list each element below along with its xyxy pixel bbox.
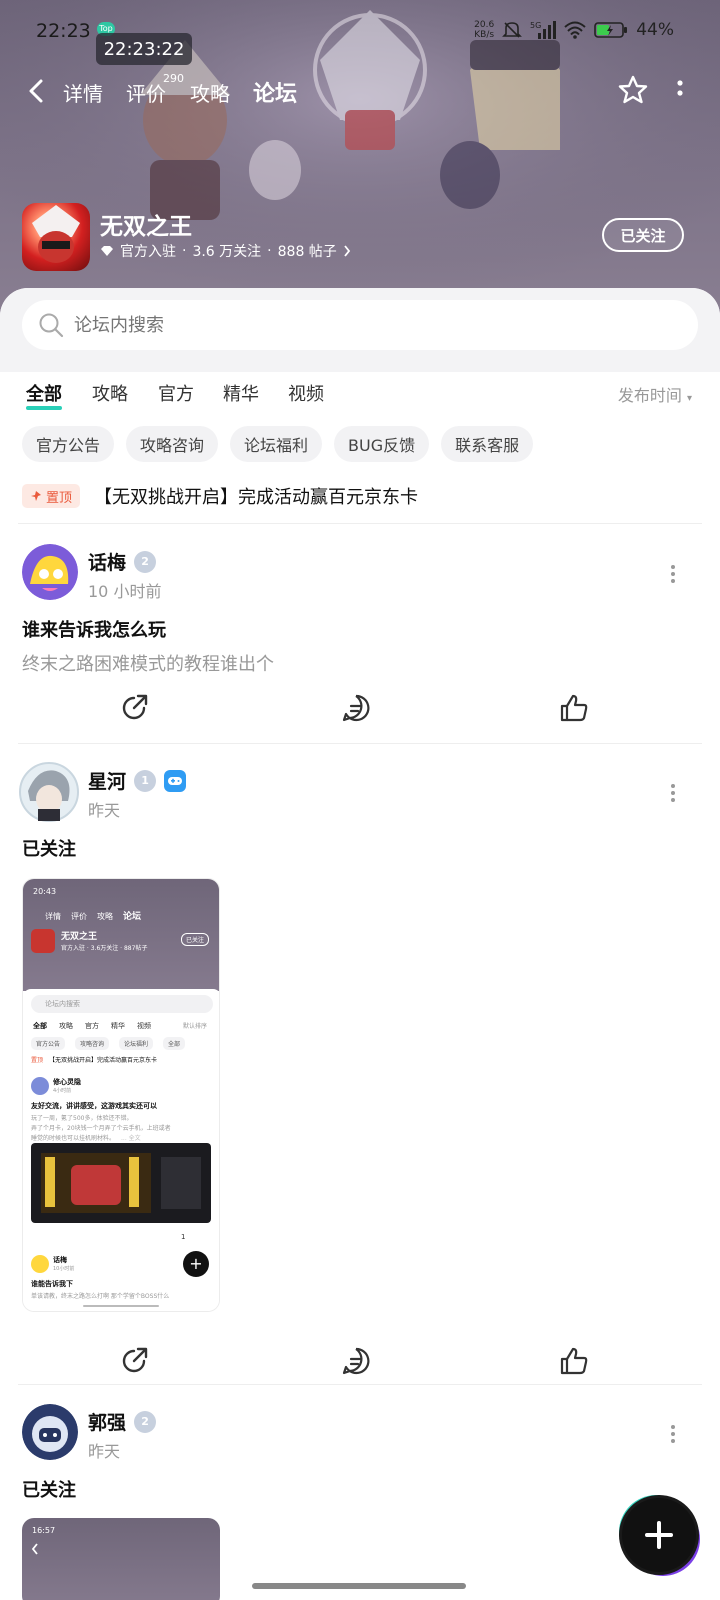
post-actions — [0, 692, 720, 732]
wifi-icon — [564, 21, 586, 39]
pinned-title: 【无双挑战开启】完成活动赢百元京东卡 — [94, 487, 419, 508]
filter-tabs: 全部 攻略 官方 精华 视频 发布时间 ▾ — [26, 380, 706, 420]
posts-count: 888 帖子 — [277, 244, 337, 260]
chip-bug-report[interactable]: BUG反馈 — [334, 426, 430, 462]
post-more-icon[interactable] — [670, 783, 676, 803]
pin-icon — [31, 491, 41, 501]
plus-icon — [645, 1521, 673, 1549]
search-input[interactable] — [74, 314, 634, 336]
post-time: 昨天 — [88, 801, 121, 820]
chip-customer-service[interactable]: 联系客服 — [441, 426, 534, 462]
battery-percent: 44% — [636, 20, 674, 40]
divider — [18, 1384, 702, 1385]
tab-guides[interactable]: 攻略 — [190, 78, 230, 107]
avatar[interactable] — [18, 761, 80, 823]
post-author[interactable]: 话梅 2 — [88, 548, 157, 575]
thumb-body: 论坛内搜索 全部 攻略 官方 精华 视频 默认排序 官方公告 攻略咨询 论坛福利… — [23, 989, 219, 1311]
thumb-game-screenshot — [31, 1143, 211, 1223]
app-meta[interactable]: 官方入驻 · 3.6 万关注 · 888 帖子 — [100, 241, 351, 261]
sort-dropdown[interactable]: 发布时间 ▾ — [618, 382, 692, 406]
tab-forum[interactable]: 论坛 — [250, 76, 300, 111]
gamepad-icon — [164, 769, 187, 792]
filter-tab-all[interactable]: 全部 — [26, 380, 62, 410]
share-icon[interactable] — [118, 692, 150, 724]
post-title: 已关注 — [22, 1480, 76, 1501]
post-more-icon[interactable] — [670, 1424, 676, 1444]
post-image-thumbnail[interactable]: 16:57 — [22, 1518, 220, 1600]
filter-tab-video[interactable]: 视频 — [288, 380, 324, 406]
mute-icon — [502, 22, 523, 38]
post-card[interactable]: 郭强 2 昨天 已关注 16:57 — [0, 1404, 720, 1600]
thumb-banner: 20:43 详情 评价 攻略 论坛 无双之王 官方入驻 · 3.6万关注 · 8… — [23, 879, 219, 991]
top-nav: 详情 评价 290 攻略 论坛 — [0, 68, 720, 118]
star-icon[interactable] — [617, 74, 649, 106]
chip-announcements[interactable]: 官方公告 — [22, 426, 115, 462]
level-badge-icon: 1 — [134, 769, 157, 792]
post-card[interactable]: 话梅 2 10 小时前 谁来告诉我怎么玩 终末之路困难模式的教程谁出个 — [0, 544, 720, 744]
comment-icon[interactable] — [340, 1345, 372, 1377]
review-count: 290 — [163, 72, 184, 85]
pinned-badge: 置顶 — [22, 484, 81, 508]
avatar[interactable] — [22, 1404, 78, 1460]
filter-tab-featured[interactable]: 精华 — [223, 380, 259, 406]
post-title: 谁来告诉我怎么玩 — [22, 620, 166, 641]
search-zone — [0, 288, 720, 372]
diamond-icon — [101, 246, 113, 256]
comment-icon[interactable] — [340, 692, 372, 724]
filter-tab-official[interactable]: 官方 — [158, 380, 194, 406]
home-indicator[interactable] — [252, 1583, 466, 1589]
post-time: 10 小时前 — [88, 582, 162, 601]
post-author[interactable]: 星河 1 — [88, 767, 187, 794]
post-body: 终末之路困难模式的教程谁出个 — [22, 654, 274, 675]
header-banner: 22:23 Top 22:23:22 20.6 KB/s 5G 44% 详情 评… — [0, 0, 720, 330]
share-icon[interactable] — [118, 1345, 150, 1377]
status-icons: 20.6 KB/s 5G 44% — [474, 20, 674, 40]
overlay-clock: 22:23:22 — [96, 33, 192, 65]
post-image-thumbnail[interactable]: 20:43 详情 评价 攻略 论坛 无双之王 官方入驻 · 3.6万关注 · 8… — [22, 878, 220, 1312]
caret-down-icon: ▾ — [686, 393, 692, 404]
search-box[interactable] — [22, 300, 698, 350]
back-icon[interactable] — [22, 76, 52, 106]
signal-icon: 5G — [530, 21, 557, 39]
post-time: 昨天 — [88, 1442, 121, 1461]
category-chips: 官方公告 攻略咨询 论坛福利 BUG反馈 联系客服 — [22, 426, 534, 462]
svg-text:5G: 5G — [530, 21, 541, 30]
status-time: 22:23 — [36, 20, 91, 42]
follow-button[interactable]: 已关注 — [602, 218, 684, 252]
post-title: 已关注 — [22, 839, 76, 860]
net-speed: 20.6 KB/s — [474, 20, 495, 40]
followers-count: 3.6 万关注 — [192, 244, 262, 260]
post-card[interactable]: 星河 1 昨天 已关注 20:43 详情 评价 攻略 论坛 无双之王 官方入驻 … — [0, 761, 720, 1403]
more-vertical-icon[interactable] — [670, 76, 690, 106]
new-post-button[interactable] — [622, 1498, 696, 1572]
chip-guide-questions[interactable]: 攻略咨询 — [126, 426, 219, 462]
chevron-right-icon — [344, 245, 350, 257]
avatar[interactable] — [22, 544, 78, 600]
official-label: 官方入驻 — [120, 244, 176, 260]
post-more-icon[interactable] — [670, 564, 676, 584]
tab-details[interactable]: 详情 — [63, 78, 103, 107]
app-icon — [22, 203, 90, 271]
search-icon — [39, 313, 64, 338]
post-actions — [0, 1345, 720, 1385]
forum-content: 全部 攻略 官方 精华 视频 发布时间 ▾ 官方公告 攻略咨询 论坛福利 BUG… — [0, 288, 720, 1600]
like-icon[interactable] — [558, 1345, 590, 1377]
app-name: 无双之王 — [100, 214, 192, 240]
post-author[interactable]: 郭强 2 — [88, 1408, 157, 1435]
pinned-post[interactable]: 置顶 【无双挑战开启】完成活动赢百元京东卡 — [22, 480, 692, 512]
app-info: 无双之王 官方入驻 · 3.6 万关注 · 888 帖子 已关注 — [22, 203, 702, 273]
level-badge-icon: 2 — [134, 550, 157, 573]
like-icon[interactable] — [558, 692, 590, 724]
divider — [18, 523, 702, 524]
status-bar: 22:23 Top 22:23:22 20.6 KB/s 5G 44% — [0, 0, 720, 65]
level-badge-icon: 2 — [134, 1410, 157, 1433]
chip-forum-benefits[interactable]: 论坛福利 — [230, 426, 323, 462]
divider — [18, 743, 702, 744]
filter-tab-guides[interactable]: 攻略 — [92, 380, 128, 406]
tab-reviews[interactable]: 评价 — [126, 78, 166, 107]
battery-icon — [594, 22, 628, 38]
